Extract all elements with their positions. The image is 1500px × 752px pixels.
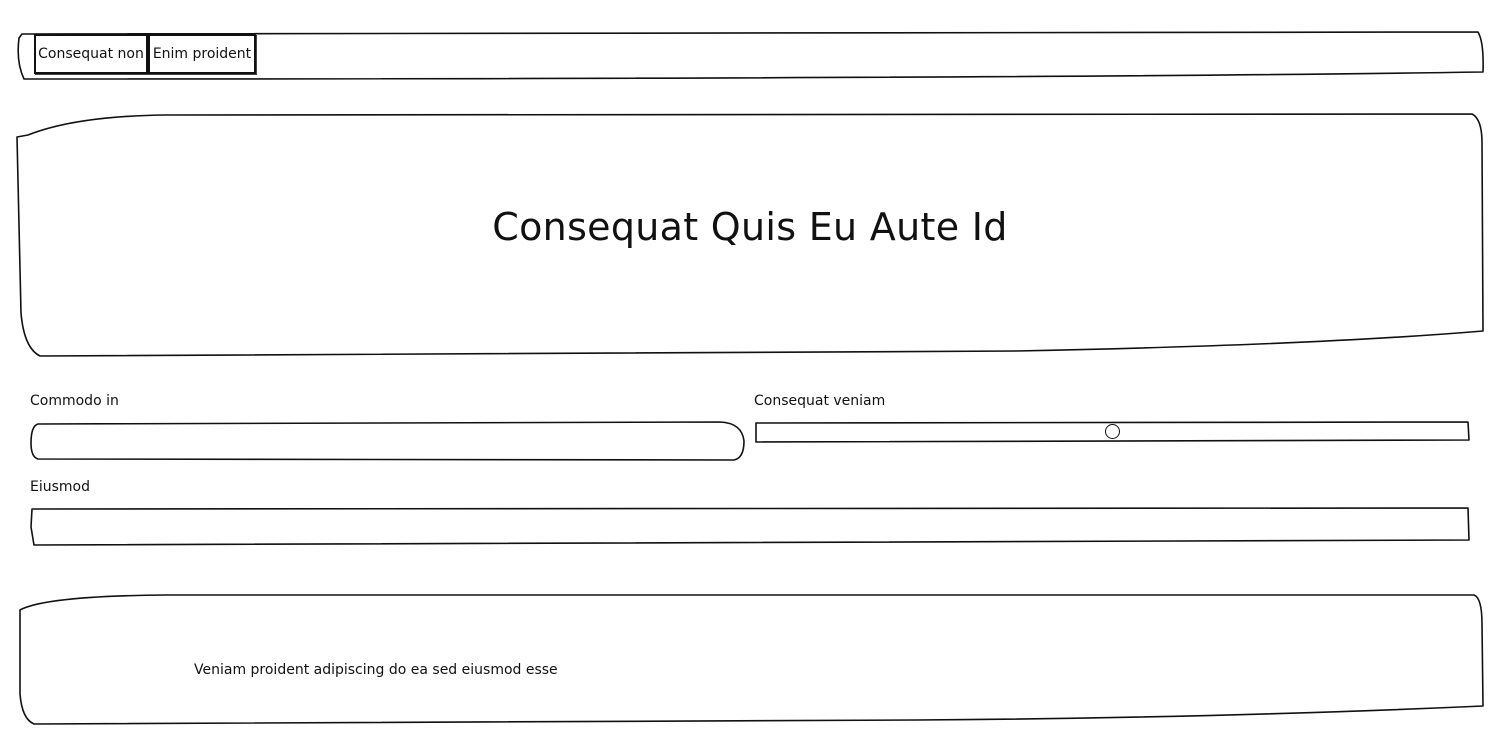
nav-button-consequat-non[interactable]: Consequat non <box>34 34 148 74</box>
commodo-input-box <box>30 421 746 461</box>
panel-outline <box>19 594 1484 725</box>
commodo-input[interactable] <box>40 425 736 457</box>
consequat-label: Consequat veniam <box>754 393 886 409</box>
slider-thumb[interactable] <box>1104 424 1120 439</box>
consequat-slider[interactable] <box>754 421 1470 445</box>
text-panel: Veniam proident adipiscing do ea sed eiu… <box>16 594 1484 726</box>
panel-text: Veniam proident adipiscing do ea sed eiu… <box>194 662 558 678</box>
commodo-label: Commodo in <box>30 393 119 409</box>
nav-button-label: Consequat non <box>38 46 144 62</box>
hero-banner: Consequat Quis Eu Aute Id <box>16 113 1484 358</box>
eiusmod-input-box <box>30 507 1470 547</box>
eiusmod-input[interactable] <box>40 511 1460 543</box>
eiusmod-label: Eiusmod <box>30 479 90 495</box>
top-navbar: Consequat non Enim proident <box>16 31 1484 82</box>
nav-button-enim-proident[interactable]: Enim proident <box>148 34 256 74</box>
hero-title: Consequat Quis Eu Aute Id <box>492 205 1008 249</box>
nav-button-label: Enim proident <box>152 46 252 62</box>
